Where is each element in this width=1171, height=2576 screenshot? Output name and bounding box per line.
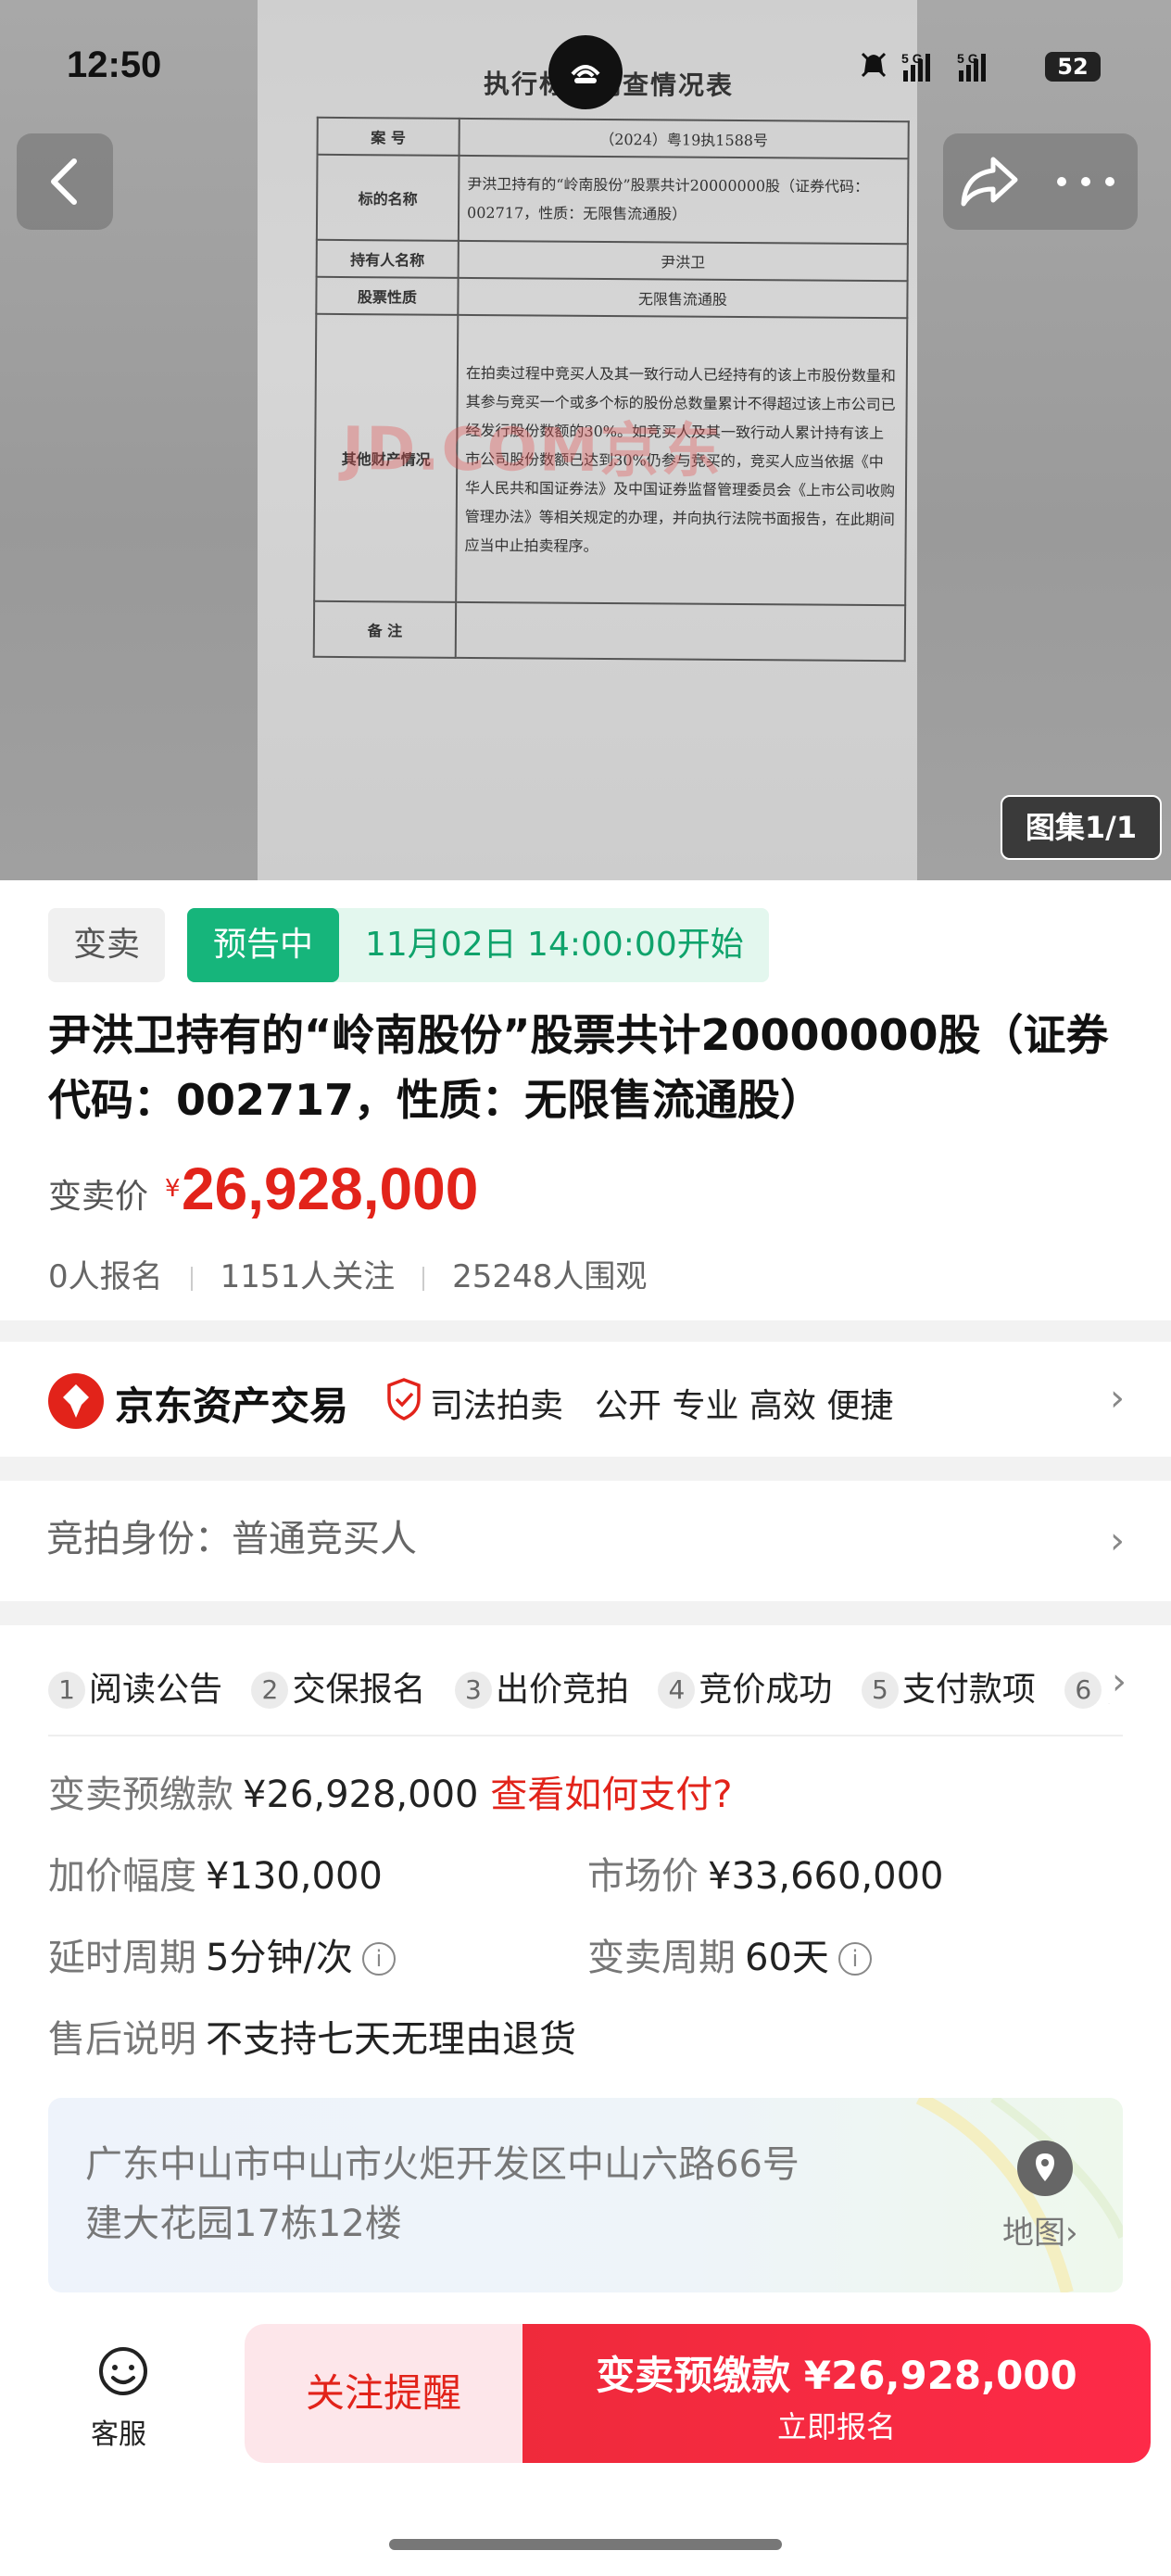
how-to-pay-link[interactable]: 查看如何支付?	[490, 1774, 732, 1816]
back-button[interactable]	[17, 133, 113, 230]
aftersale-value: 不支持七天无理由退货	[206, 2018, 576, 2061]
increment-value: ¥130,000	[206, 1855, 383, 1898]
price-value: 26,928,000	[182, 1155, 479, 1222]
market-price-row: 市场价 ¥33,660,000	[587, 1846, 943, 1900]
deposit-value: ¥26,928,000	[243, 1774, 479, 1816]
address-card[interactable]: 广东中山市中山市火炬开发区中山六路66号 建大花园17栋12楼 地图›	[48, 2098, 1123, 2292]
aftersale-row: 售后说明 不支持七天无理由退货	[48, 2009, 576, 2063]
auction-status-tag: 预告中 11月02日 14:00:00开始	[187, 908, 769, 982]
platform-name: 京东资产交易	[115, 1383, 349, 1429]
dynamic-island	[548, 35, 623, 109]
judicial-auction-tag: 司法拍卖	[430, 1387, 564, 1425]
deposit-row: 变卖预缴款 ¥26,928,000 查看如何支付?	[48, 1764, 732, 1818]
listing-stats: 0人报名 1151人关注 25248人围观	[48, 1251, 647, 1296]
map-link[interactable]: 地图›	[1002, 2207, 1078, 2253]
signal-icon: 5G 5G	[857, 48, 1033, 92]
market-price-value: ¥33,660,000	[708, 1855, 944, 1898]
customer-service-icon[interactable]	[96, 2344, 150, 2398]
deposit-label: 变卖预缴款	[48, 1774, 233, 1816]
bottom-action-bar: 客服 关注提醒 变卖预缴款 ¥26,928,000 立即报名	[0, 2305, 1171, 2576]
view-count: 25248人围观	[452, 1258, 648, 1295]
chevron-right-icon: ›	[1110, 1377, 1125, 1420]
location-pin-icon	[1017, 2140, 1073, 2196]
divider	[48, 1735, 1123, 1736]
divider	[190, 1266, 193, 1291]
gallery-image[interactable]: 执行标的调查情况表 案 号 （2024）粤19执1588号 标的名称 尹洪卫持有…	[0, 0, 1171, 880]
signup-count: 0人报名	[48, 1258, 163, 1295]
home-indicator[interactable]	[389, 2539, 782, 2550]
address-line: 广东中山市中山市火炬开发区中山六路66号	[85, 2143, 800, 2186]
chevron-right-icon[interactable]: ›	[1102, 1661, 1127, 1703]
step-item: 5 支付款项	[861, 1662, 1036, 1711]
increment-row: 加价幅度 ¥130,000	[48, 1846, 383, 1900]
gallery-counter[interactable]: 图集1/1	[1001, 795, 1162, 860]
status-bar: 12:50 5G 5G 52	[0, 0, 1171, 139]
sale-period-row: 变卖周期 60天 i	[587, 1927, 872, 1981]
aftersale-label: 售后说明	[48, 2018, 196, 2061]
follow-reminder-button[interactable]: 关注提醒	[245, 2324, 523, 2463]
doc-value: 无限售流通股	[458, 277, 908, 319]
share-more-group	[943, 133, 1138, 230]
doc-key: 标的名称	[316, 154, 460, 241]
more-icon[interactable]	[1052, 170, 1119, 193]
step-item: 3 出价竞拍	[454, 1662, 629, 1711]
step-item: 1 阅读公告	[48, 1662, 222, 1711]
chevron-left-icon	[51, 158, 77, 205]
price-label: 变卖价	[48, 1178, 149, 1216]
bid-identity-row[interactable]: 竞拍身份：普通竞买人 ›	[0, 1481, 1171, 1601]
process-steps[interactable]: 1阅读公告 2交保报名 3出价竞拍 4竞价成功 5支付款项 6交	[48, 1662, 1123, 1714]
currency-symbol: ¥	[165, 1175, 181, 1203]
info-icon[interactable]: i	[361, 1942, 396, 1976]
shield-check-icon	[387, 1378, 421, 1421]
signup-label: 立即报名	[776, 2409, 896, 2444]
address-line: 建大花园17栋12楼	[85, 2203, 402, 2245]
doc-key: 持有人名称	[316, 239, 459, 278]
delay-value: 5分钟/次	[206, 1937, 353, 1979]
delay-label: 延时周期	[48, 1937, 196, 1979]
doc-key: 备 注	[313, 600, 457, 658]
platform-row[interactable]: 京东资产交易 司法拍卖 公开 专业 高效 便捷 ›	[0, 1342, 1171, 1457]
divider	[422, 1266, 425, 1291]
start-time: 11月02日 14:00:00开始	[365, 926, 744, 964]
signup-deposit-label: 变卖预缴款 ¥26,928,000	[596, 2353, 1077, 2398]
sale-type-tag: 变卖	[48, 908, 165, 982]
bid-identity: 竞拍身份：普通竞买人	[46, 1518, 417, 1560]
sale-period-value: 60天	[745, 1937, 829, 1979]
doc-key: 股票性质	[316, 276, 459, 315]
doc-value	[455, 601, 906, 662]
status-time: 12:50	[67, 44, 162, 85]
market-price-label: 市场价	[587, 1855, 699, 1898]
listing-title: 尹洪卫持有的“岭南股份”股票共计20000000股（证券代码：002717，性质…	[48, 1010, 1109, 1125]
hotspot-icon	[571, 65, 600, 83]
delay-row: 延时周期 5分钟/次 i	[48, 1927, 396, 1981]
status-label: 预告中	[187, 908, 339, 982]
sale-period-label: 变卖周期	[587, 1937, 736, 1979]
watermark: JD.COM京东	[342, 415, 723, 486]
customer-service-label[interactable]: 客服	[91, 2411, 146, 2452]
share-icon[interactable]	[956, 150, 1023, 213]
document-sheet: 执行标的调查情况表 案 号 （2024）粤19执1588号 标的名称 尹洪卫持有…	[304, 54, 911, 662]
jd-logo	[48, 1373, 104, 1429]
step-item: 2 交保报名	[251, 1662, 425, 1711]
doc-value: 尹洪卫持有的“岭南股份”股票共计20000000股（证券代码：002717，性质…	[458, 155, 909, 245]
increment-label: 加价幅度	[48, 1855, 196, 1898]
follow-count: 1151人关注	[220, 1258, 396, 1295]
listing-info-card: 变卖 预告中 11月02日 14:00:00开始 尹洪卫持有的“岭南股份”股票共…	[0, 880, 1171, 1320]
chevron-right-icon: ›	[1110, 1520, 1125, 1562]
address-text: 广东中山市中山市火炬开发区中山六路66号 建大花园17栋12楼	[85, 2135, 919, 2254]
info-icon[interactable]: i	[837, 1942, 872, 1976]
battery-icon: 52	[1045, 52, 1101, 82]
step-item: 4 竞价成功	[658, 1662, 832, 1711]
document-table: 案 号 （2024）粤19执1588号 标的名称 尹洪卫持有的“岭南股份”股票共…	[313, 117, 910, 662]
platform-slogan: 公开 专业 高效 便捷	[595, 1387, 894, 1425]
signup-button[interactable]: 变卖预缴款 ¥26,928,000 立即报名	[523, 2324, 1151, 2463]
doc-value: 尹洪卫	[458, 240, 908, 282]
